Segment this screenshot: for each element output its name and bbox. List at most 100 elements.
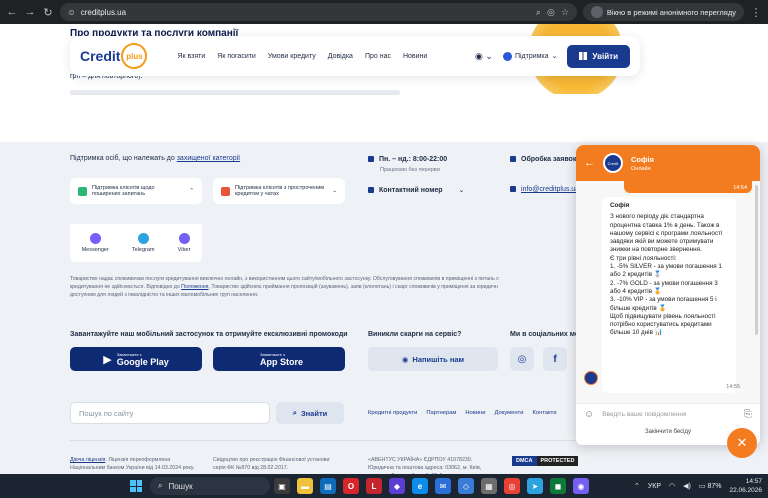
site-search-input[interactable] — [70, 402, 270, 424]
dmca-badge[interactable]: DMCA PROTECTED — [512, 456, 579, 466]
overdue-icon — [221, 186, 230, 196]
phone-icon — [368, 187, 374, 194]
language-indicator[interactable]: УКР — [648, 483, 661, 490]
chevron-up-icon[interactable]: ⌃ — [634, 482, 640, 490]
chat-input-bar: ☺ ⎘ — [576, 403, 760, 425]
forward-icon[interactable]: → — [24, 6, 36, 18]
license-link[interactable]: Діюча ліцензія — [70, 457, 105, 463]
telegram-link[interactable]: Telegram — [132, 233, 155, 253]
viber-icon[interactable]: ◉ — [573, 478, 589, 494]
incognito-icon — [590, 6, 603, 18]
address-bar[interactable]: ⊜ creditplus.ua ⌕ ◎ ☆ — [60, 3, 577, 21]
faq-icon — [78, 186, 87, 196]
close-chat-button[interactable]: ✕ — [727, 428, 757, 458]
battery-icon: ▭ — [698, 483, 706, 490]
incognito-indicator[interactable]: Вікно в режимі анонімного перегляду — [582, 3, 744, 21]
chevron-up-icon: ⌃ — [189, 188, 194, 194]
write-us-button[interactable]: ◉ Напишіть нам — [368, 347, 498, 371]
protected-prefix: Підтримка осіб, що належать до — [70, 155, 177, 162]
taskbar-search-label: Пошук — [168, 481, 193, 491]
emoji-icon[interactable]: ☺ — [584, 409, 594, 420]
opera-icon[interactable]: O — [343, 478, 359, 494]
overdue-support-accordion[interactable]: Підтримка клієнтів з простроченим кредит… — [213, 178, 345, 204]
menu-icon[interactable]: ⋮ — [750, 6, 762, 19]
volume-icon[interactable]: ◀) — [683, 482, 691, 490]
telegram-icon[interactable]: ➤ — [527, 478, 543, 494]
login-label: Увійти — [592, 51, 618, 61]
close-icon: ✕ — [736, 435, 748, 450]
battery-indicator[interactable]: ▭ 87% — [699, 482, 722, 490]
protected-category-link[interactable]: захищеної категорії — [177, 155, 240, 162]
wifi-icon[interactable]: ◠ — [669, 482, 675, 490]
telegram-icon — [137, 233, 149, 244]
site-info-icon[interactable]: ⊜ — [68, 8, 75, 17]
nav-how-to-repay[interactable]: Як погасити — [217, 53, 256, 60]
start-button[interactable] — [130, 480, 142, 492]
nav-help[interactable]: Довідка — [328, 53, 353, 60]
nav-about[interactable]: Про нас — [365, 53, 391, 60]
facebook-button[interactable]: f — [543, 347, 567, 371]
chrome-icon[interactable]: ◎ — [504, 478, 520, 494]
footer-link-contacts[interactable]: Контакти — [532, 410, 556, 416]
taskbar-search[interactable]: ⌕ Пошук — [150, 477, 270, 495]
chat-messages[interactable]: 14:54 Софія З нового періоду діє стандарт… — [576, 181, 760, 403]
attach-icon[interactable]: ⎘ — [744, 409, 752, 420]
reload-icon[interactable]: ↻ — [42, 6, 54, 19]
back-arrow-icon[interactable]: ← — [584, 157, 595, 169]
footer-link-partners[interactable]: Партнерам — [426, 410, 456, 416]
license-info: Діюча ліцензія. Ліцензія переоформлена Н… — [70, 456, 200, 472]
regulation-link[interactable]: Положення — [181, 284, 208, 290]
site-logo[interactable]: Credit plus — [80, 43, 148, 69]
store-icon[interactable]: ▤ — [320, 478, 336, 494]
dmca-label: DMCA — [512, 456, 537, 466]
nav-news[interactable]: Новини — [403, 53, 427, 60]
back-icon[interactable]: ← — [6, 6, 18, 18]
search-button[interactable]: ⌕ Знайти — [276, 402, 344, 424]
task-view-icon[interactable]: ▣ — [274, 478, 290, 494]
support-dropdown[interactable]: Підтримка ⌄ — [502, 51, 557, 61]
hours-sub: Працюємо без перерви — [380, 167, 440, 173]
accessibility-eye-icon[interactable]: ◉ ⌄ — [475, 51, 493, 62]
footer-link-documents[interactable]: Документи — [495, 410, 524, 416]
eye-off-icon[interactable]: ◎ — [547, 7, 555, 18]
dropbox-icon[interactable]: ◇ — [458, 478, 474, 494]
support-label: Підтримка — [514, 52, 549, 60]
login-button[interactable]: Увійти — [567, 44, 630, 68]
footer-divider — [70, 440, 580, 441]
copilot-icon[interactable]: ◆ — [389, 478, 405, 494]
hours-text: Пн. – нд.: 8:00-22:00 — [379, 156, 448, 163]
complaints-processing[interactable]: Обробка заявок — [510, 156, 576, 163]
footer-link-credit-products[interactable]: Кредитні продукти — [368, 410, 417, 416]
chat-scrollbar[interactable] — [755, 185, 758, 335]
contact-number-dropdown[interactable]: Контактний номер ⌄ — [368, 186, 464, 194]
messenger-link[interactable]: Messenger — [82, 233, 109, 253]
agent-status: Онлайн — [631, 165, 651, 172]
footer-link-news[interactable]: Новини — [465, 410, 485, 416]
app-promo-title: Завантажуйте наш мобільний застосунок та… — [70, 331, 348, 338]
app-store-button[interactable]: Завантажте з App Store — [213, 347, 345, 371]
clock[interactable]: 14:57 22.06.2026 — [729, 477, 762, 495]
star-icon[interactable]: ☆ — [561, 7, 569, 18]
windows-taskbar: ⌕ Пошук ▣ ▬ ▤ O L ◆ e ✉ ◇ ▦ ◎ ➤ ◼ ◉ ⌃ УК… — [0, 474, 768, 498]
email-link[interactable]: info@creditplus.ua — [510, 186, 579, 193]
google-play-button[interactable]: ▶ Завантажте з Google Play — [70, 347, 202, 371]
nav-how-to-get[interactable]: Як взяти — [177, 53, 205, 60]
edge-icon[interactable]: e — [412, 478, 428, 494]
complaints-question: Виникли скарги на сервіс? — [368, 331, 462, 338]
chat-bubble-icon — [502, 51, 512, 61]
dmca-protected-label: PROTECTED — [536, 456, 579, 466]
app-l-icon[interactable]: L — [366, 478, 382, 494]
working-hours: Пн. – нд.: 8:00-22:00 Працюємо без перер… — [368, 156, 447, 173]
chevron-down-icon: ⌄ — [458, 187, 465, 194]
chat-message-input[interactable] — [602, 411, 736, 418]
outlook-icon[interactable]: ✉ — [435, 478, 451, 494]
instagram-button[interactable]: ◎ — [510, 347, 534, 371]
search-icon[interactable]: ⌕ — [536, 7, 541, 18]
photos-icon[interactable]: ▦ — [481, 478, 497, 494]
nav-credit-terms[interactable]: Умови кредиту — [268, 53, 316, 60]
faded-text — [70, 90, 400, 95]
file-explorer-icon[interactable]: ▬ — [297, 478, 313, 494]
viber-link[interactable]: Viber — [178, 233, 190, 253]
app-green-icon[interactable]: ◼ — [550, 478, 566, 494]
faq-support-accordion[interactable]: Підтримка клієнтів щодо поширених запита… — [70, 178, 202, 204]
